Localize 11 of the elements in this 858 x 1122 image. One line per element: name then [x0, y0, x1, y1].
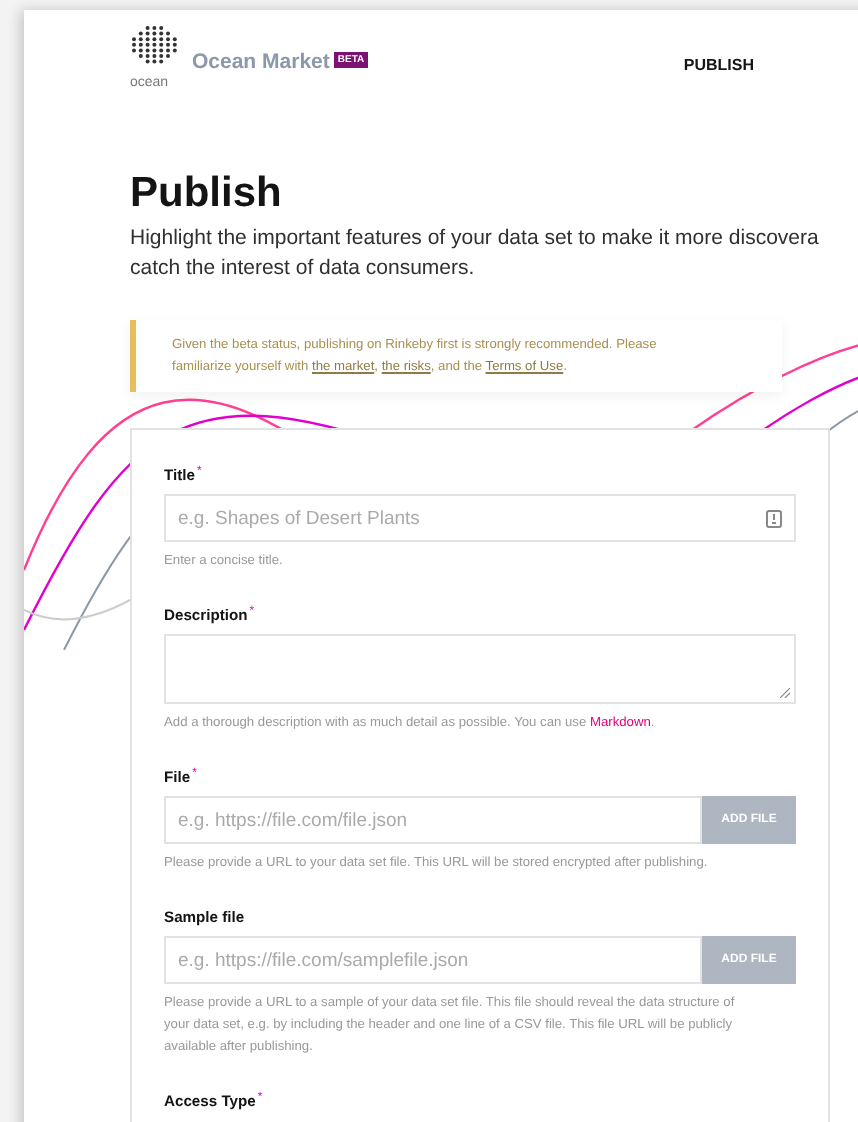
- document-icon: [766, 509, 782, 527]
- resize-handle-icon[interactable]: [780, 688, 790, 698]
- nav-link[interactable]: PUBLISH: [683, 56, 754, 74]
- site-name[interactable]: Ocean Market: [192, 50, 330, 74]
- url-input[interactable]: e.g. https://file.com/file.json: [164, 796, 702, 844]
- page-title: Publish: [130, 170, 284, 218]
- url-input[interactable]: e.g. https://file.com/samplefile.json: [164, 936, 702, 984]
- intro-text: catch the interest of data consumers.: [130, 254, 477, 284]
- title-input[interactable]: e.g. Shapes of Desert Plants: [164, 494, 796, 542]
- intro-text: Highlight the important features of your data set to make it more discovera: [130, 224, 821, 254]
- ocean-logo-icon[interactable]: [130, 24, 180, 68]
